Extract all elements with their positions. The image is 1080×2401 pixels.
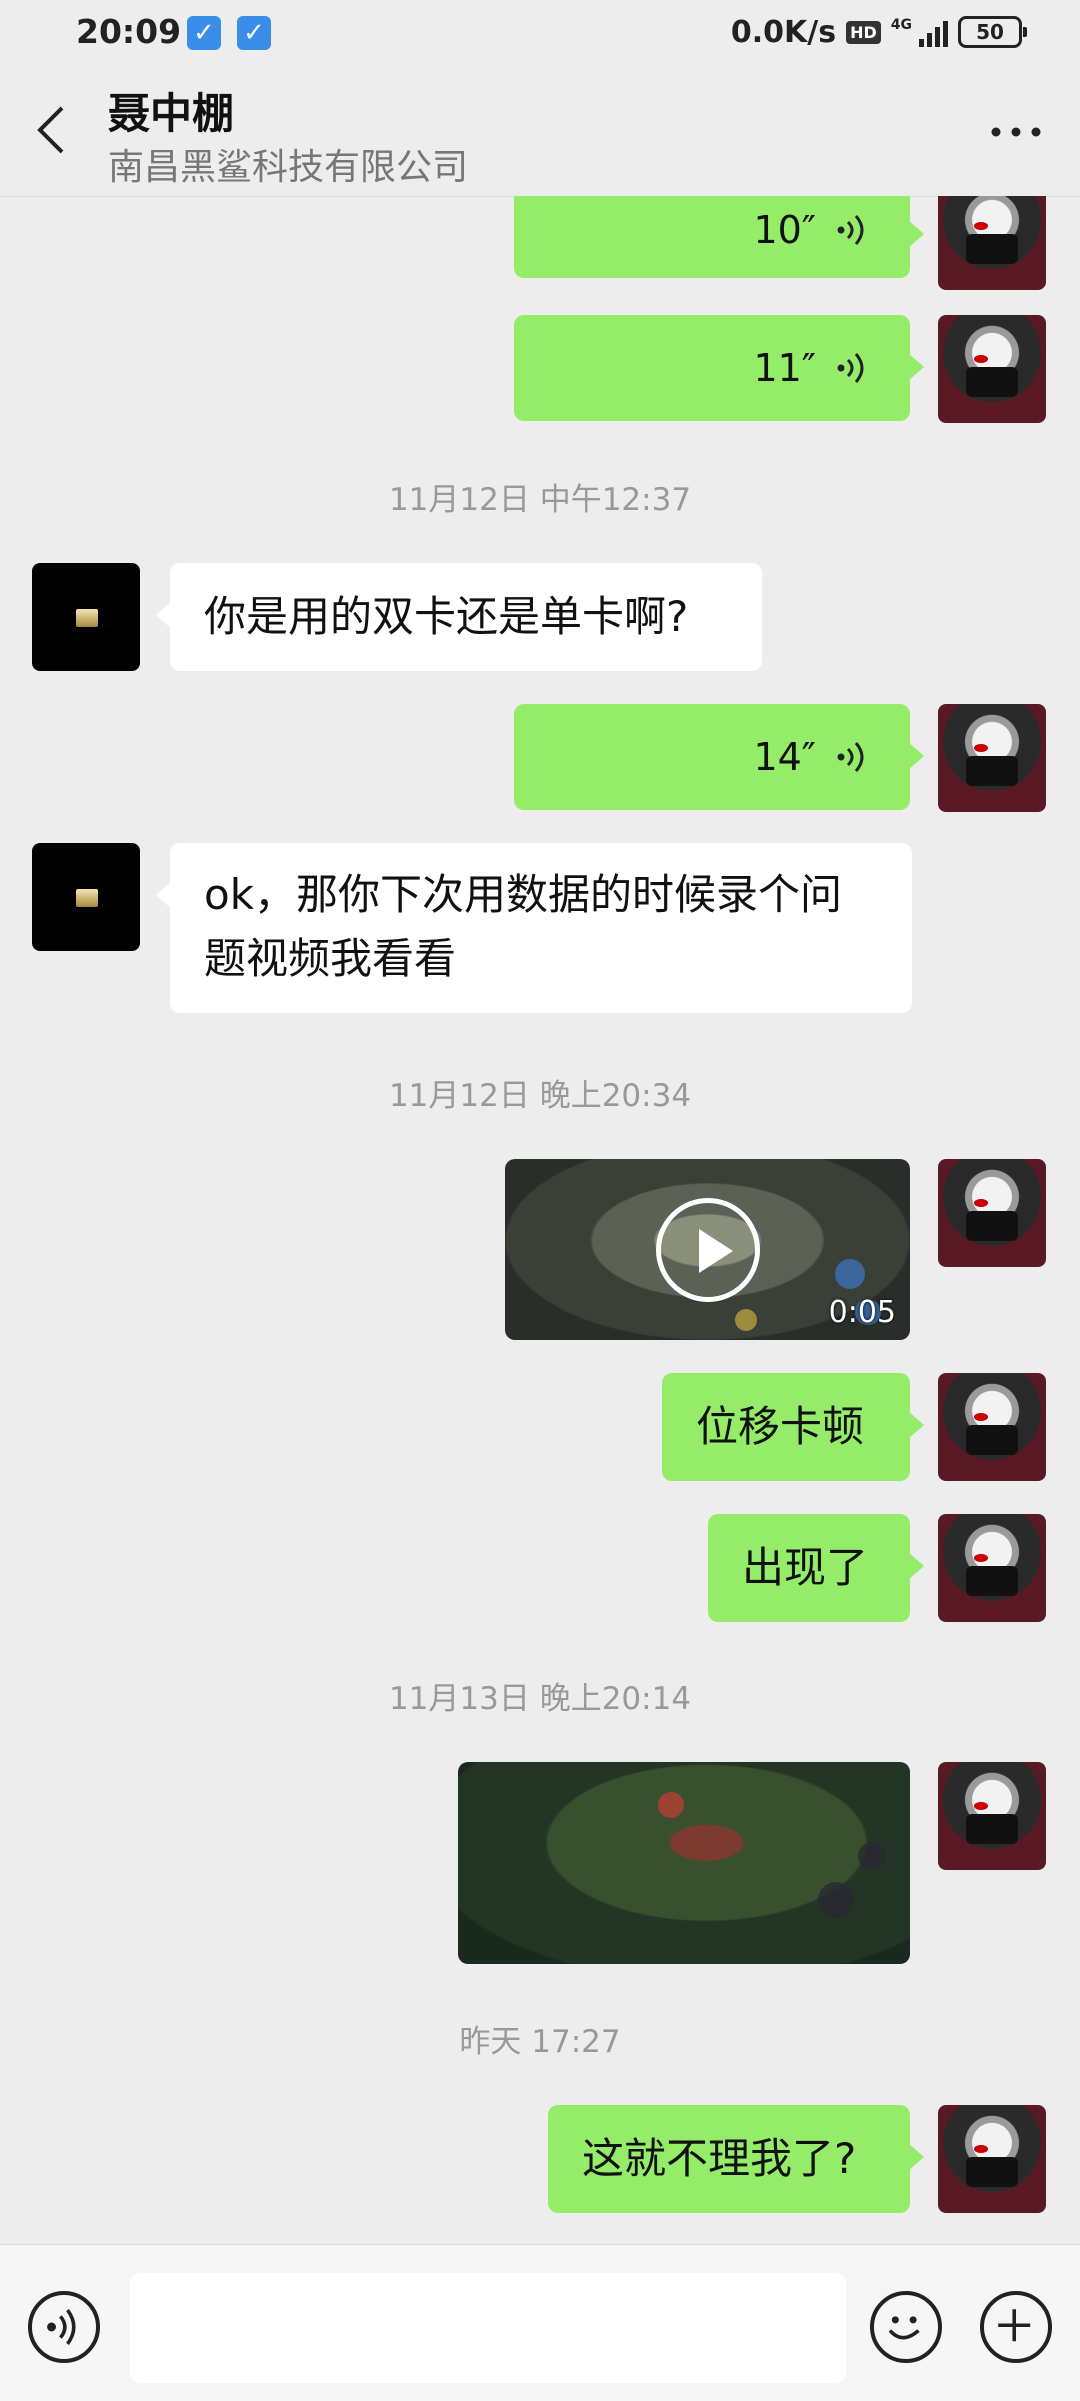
status-indicators: 0.0K/s HD 4G 50 bbox=[730, 12, 1027, 52]
hd-badge: HD bbox=[846, 20, 881, 44]
my-avatar[interactable] bbox=[938, 315, 1046, 423]
message-text: ok，那你下次用数据的时候录个问题视频我看看 bbox=[204, 870, 843, 983]
text-message-bubble[interactable]: 出现了 bbox=[708, 1514, 924, 1622]
voice-message-bubble[interactable]: 14″ bbox=[514, 704, 924, 810]
timestamp: 11月13日 晚上20:14 bbox=[388, 1681, 692, 1717]
voice-wave-icon bbox=[837, 215, 864, 245]
voice-wave-icon bbox=[837, 353, 864, 383]
message-text: 你是用的双卡还是单卡啊? bbox=[204, 592, 689, 641]
voice-mode-icon[interactable] bbox=[28, 2291, 100, 2363]
voice-duration: 11″ bbox=[753, 346, 816, 390]
text-message-bubble[interactable]: ok，那你下次用数据的时候录个问题视频我看看 bbox=[156, 843, 912, 1013]
my-avatar[interactable] bbox=[938, 704, 1046, 812]
plus-icon[interactable] bbox=[980, 2291, 1052, 2363]
contact-avatar[interactable] bbox=[32, 563, 140, 671]
message-text: 出现了 bbox=[742, 1543, 869, 1592]
voice-duration: 10″ bbox=[753, 208, 816, 252]
voice-duration: 14″ bbox=[753, 735, 816, 779]
text-message-bubble[interactable]: 这就不理我了? bbox=[548, 2105, 924, 2213]
message-text: 这就不理我了? bbox=[582, 2134, 857, 2183]
text-message-bubble[interactable]: 你是用的双卡还是单卡啊? bbox=[156, 563, 762, 671]
timestamp: 11月12日 中午12:37 bbox=[388, 482, 692, 518]
my-avatar[interactable] bbox=[938, 1373, 1046, 1481]
timestamp: 11月12日 晚上20:34 bbox=[388, 1078, 692, 1114]
my-avatar[interactable] bbox=[938, 1514, 1046, 1622]
timestamp: 昨天 17:27 bbox=[459, 2024, 621, 2060]
message-input[interactable] bbox=[130, 2273, 846, 2383]
chat-title: 聂中棚 bbox=[108, 89, 235, 138]
my-avatar[interactable] bbox=[938, 2105, 1046, 2213]
voice-message-bubble[interactable]: 10″ bbox=[514, 196, 924, 278]
more-dots-icon[interactable] bbox=[988, 112, 1044, 152]
chat-header: 聂中棚 南昌黑鲨科技有限公司 bbox=[0, 66, 1080, 197]
network-speed: 0.0K/s bbox=[730, 14, 837, 50]
voice-message-bubble[interactable]: 11″ bbox=[514, 315, 924, 421]
my-avatar[interactable] bbox=[938, 1762, 1046, 1870]
battery-icon: 50 bbox=[958, 16, 1027, 48]
back-arrow-icon[interactable] bbox=[32, 102, 72, 158]
status-bar: 20:09 ✓ ✓ 0.0K/s HD 4G 50 bbox=[0, 0, 1080, 66]
notification-check-icon: ✓ bbox=[237, 16, 271, 50]
message-text: 位移卡顿 bbox=[696, 1402, 865, 1451]
emoji-icon[interactable] bbox=[870, 2291, 942, 2363]
status-time: 20:09 bbox=[76, 12, 182, 51]
image-message[interactable] bbox=[458, 1762, 910, 1964]
chat-message-list[interactable]: 10″ 11″ 11月12日 中午12:37 你是用的双卡还是单卡啊? 14″ bbox=[0, 196, 1080, 2244]
signal-icon: 4G bbox=[891, 17, 948, 47]
play-icon[interactable] bbox=[655, 1197, 760, 1302]
video-message[interactable]: 0:05 bbox=[505, 1159, 910, 1340]
chat-subtitle: 南昌黑鲨科技有限公司 bbox=[108, 147, 469, 188]
network-type: 4G bbox=[890, 17, 912, 33]
notification-check-icon: ✓ bbox=[187, 16, 221, 50]
contact-avatar[interactable] bbox=[32, 843, 140, 951]
my-avatar[interactable] bbox=[938, 196, 1046, 290]
voice-wave-icon bbox=[837, 742, 864, 772]
my-avatar[interactable] bbox=[938, 1159, 1046, 1267]
input-bar bbox=[0, 2244, 1080, 2401]
text-message-bubble[interactable]: 位移卡顿 bbox=[662, 1373, 924, 1481]
video-duration: 0:05 bbox=[828, 1295, 896, 1330]
